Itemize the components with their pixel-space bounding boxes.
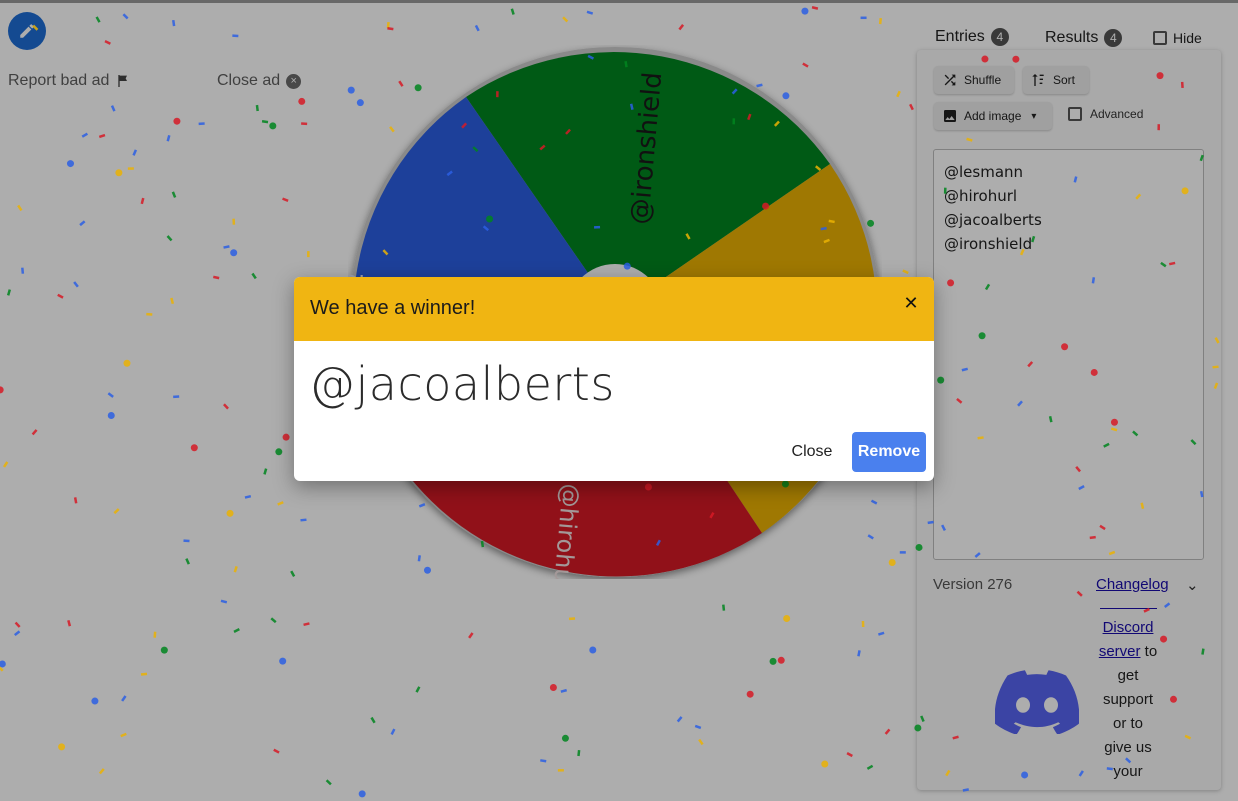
close-button[interactable]: Close [782,434,842,470]
winner-name: @jacoalberts [309,357,615,411]
remove-button[interactable]: Remove [852,432,926,472]
close-icon[interactable]: ✕ [899,291,923,315]
dialog-title: We have a winner! [310,297,476,319]
winner-dialog: We have a winner! ✕ @jacoalberts Close R… [294,277,934,481]
dialog-header: We have a winner! ✕ [294,277,934,341]
